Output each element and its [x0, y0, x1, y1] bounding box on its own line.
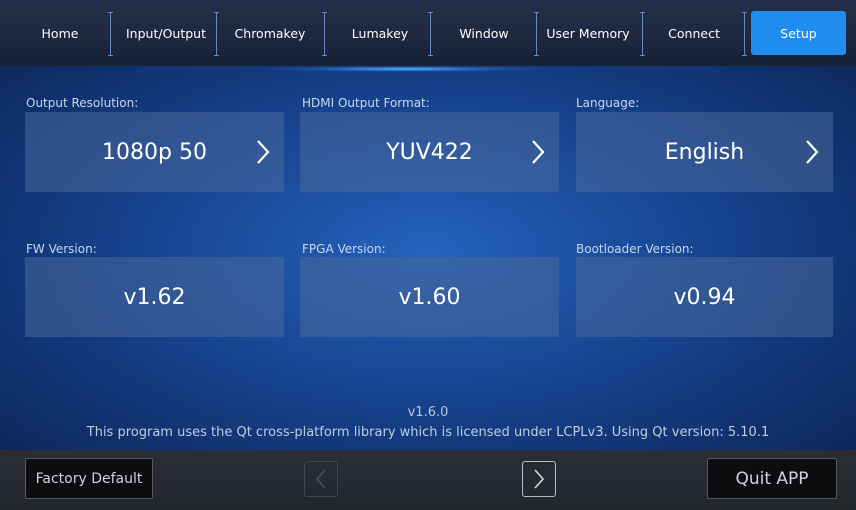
app-version: v1.6.0: [407, 405, 449, 420]
active-tab-glow: [270, 66, 540, 72]
tab-lumakey[interactable]: Lumakey: [332, 11, 428, 55]
tab-user-memory[interactable]: User Memory: [540, 11, 636, 55]
tab-chromakey[interactable]: Chromakey: [222, 11, 318, 55]
language-value: English: [664, 139, 745, 165]
factory-default-button[interactable]: Factory Default: [25, 458, 153, 499]
next-page-button[interactable]: [522, 461, 556, 497]
hdmi-output-format-label: HDMI Output Format:: [302, 96, 430, 110]
tab-input-output[interactable]: Input/Output: [118, 11, 214, 55]
tab-separator: [322, 12, 328, 56]
fw-version-value: v1.62: [123, 284, 186, 310]
tab-connect[interactable]: Connect: [648, 11, 740, 55]
tab-separator: [640, 12, 646, 56]
hdmi-output-format-selector[interactable]: YUV422: [300, 112, 559, 192]
fw-version-box: v1.62: [25, 257, 284, 337]
tab-separator: [214, 12, 220, 56]
tab-home[interactable]: Home: [32, 11, 88, 55]
bootloader-version-label: Bootloader Version:: [576, 242, 694, 256]
chevron-right-icon: [257, 140, 270, 164]
fw-version-label: FW Version:: [26, 242, 97, 256]
tab-separator: [108, 12, 114, 56]
arrow-left-icon: [315, 469, 326, 489]
output-resolution-value: 1080p 50: [102, 139, 207, 165]
arrow-right-icon: [534, 469, 545, 489]
tab-window[interactable]: Window: [436, 11, 532, 55]
tab-separator: [428, 12, 434, 56]
fpga-version-label: FPGA Version:: [302, 242, 386, 256]
prev-page-button[interactable]: [304, 461, 338, 497]
chevron-right-icon: [806, 140, 819, 164]
language-selector[interactable]: English: [576, 112, 833, 192]
hdmi-output-format-value: YUV422: [386, 139, 473, 165]
license-notice: This program uses the Qt cross-platform …: [86, 425, 770, 440]
top-nav-bar: Home Input/Output Chromakey Lumakey Wind…: [0, 0, 856, 66]
output-resolution-selector[interactable]: 1080p 50: [25, 112, 284, 192]
output-resolution-label: Output Resolution:: [26, 96, 139, 110]
tab-separator: [742, 12, 748, 56]
tab-setup[interactable]: Setup: [751, 11, 846, 55]
quit-app-button[interactable]: Quit APP: [707, 458, 837, 499]
fpga-version-value: v1.60: [398, 284, 461, 310]
bootloader-version-value: v0.94: [673, 284, 736, 310]
fpga-version-box: v1.60: [300, 257, 559, 337]
bootloader-version-box: v0.94: [576, 257, 833, 337]
chevron-right-icon: [532, 140, 545, 164]
language-label: Language:: [576, 96, 640, 110]
